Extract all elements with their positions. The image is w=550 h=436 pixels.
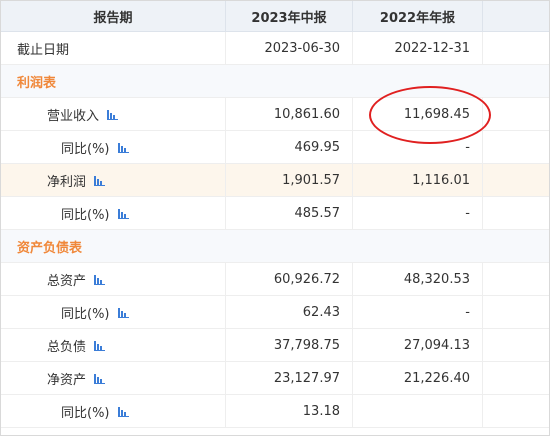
row-label: 同比(%) [61,141,110,157]
bar-chart-icon[interactable] [107,109,119,120]
section-title-income: 利润表 [17,75,57,91]
table-row: 同比(%) 13.18 [1,395,549,428]
header-2023[interactable]: 2023年中报 [226,1,353,31]
bar-chart-icon[interactable] [117,307,130,318]
bar-chart-icon[interactable] [94,274,106,285]
value-2022: - [353,296,483,328]
financial-table: 报告期 2023年中报 2022年年报 截止日期 2023-06-30 2022… [0,0,550,436]
row-label: 同比(%) [61,306,110,322]
value-2023: 62.43 [226,296,353,328]
value-2022: - [353,131,483,163]
value-2023: 485.57 [226,197,353,229]
value-2023: 23,127.97 [226,362,353,394]
table-row: 同比(%) 469.95 - [1,131,549,164]
section-balance: 资产负债表 [1,230,549,263]
bar-chart-icon[interactable] [117,208,130,219]
row-label: 同比(%) [61,207,110,223]
bar-chart-icon[interactable] [94,340,106,351]
header-blank [483,1,549,31]
table-row: 同比(%) 485.57 - [1,197,549,230]
table-row: 净利润 1,901.57 1,116.01 [1,164,549,197]
bar-chart-icon[interactable] [94,373,106,384]
date-label: 截止日期 [1,32,226,64]
row-label: 营业收入 [47,108,100,124]
table-row: 总负债 37,798.75 27,094.13 [1,329,549,362]
date-2022: 2022-12-31 [353,32,483,64]
table-row: 总资产 60,926.72 48,320.53 [1,263,549,296]
row-label: 总负债 [47,339,87,355]
header-label: 报告期 [1,1,226,31]
section-title-balance: 资产负债表 [17,240,83,256]
value-2022: 48,320.53 [353,263,483,295]
value-2022: - [353,197,483,229]
value-2023: 469.95 [226,131,353,163]
value-2022: 11,698.45 [353,98,483,130]
value-2023: 10,861.60 [226,98,353,130]
section-income: 利润表 [1,65,549,98]
header-2022[interactable]: 2022年年报 [353,1,483,31]
table-row: 同比(%) 62.43 - [1,296,549,329]
date-2023: 2023-06-30 [226,32,353,64]
value-2022 [353,395,483,427]
value-2023: 1,901.57 [226,164,353,196]
table-header: 报告期 2023年中报 2022年年报 [1,1,549,32]
date-row: 截止日期 2023-06-30 2022-12-31 [1,32,549,65]
bar-chart-icon[interactable] [117,406,130,417]
row-label: 净利润 [47,174,87,190]
bar-chart-icon[interactable] [117,142,130,153]
bar-chart-icon[interactable] [94,175,106,186]
value-2023: 13.18 [226,395,353,427]
row-label: 同比(%) [61,405,110,421]
value-2022: 1,116.01 [353,164,483,196]
row-label: 总资产 [47,273,87,289]
value-2022: 21,226.40 [353,362,483,394]
table-row: 营业收入 10,861.60 11,698.45 [1,98,549,131]
value-2023: 60,926.72 [226,263,353,295]
table-row: 净资产 23,127.97 21,226.40 [1,362,549,395]
row-label: 净资产 [47,372,87,388]
value-2022: 27,094.13 [353,329,483,361]
value-2023: 37,798.75 [226,329,353,361]
